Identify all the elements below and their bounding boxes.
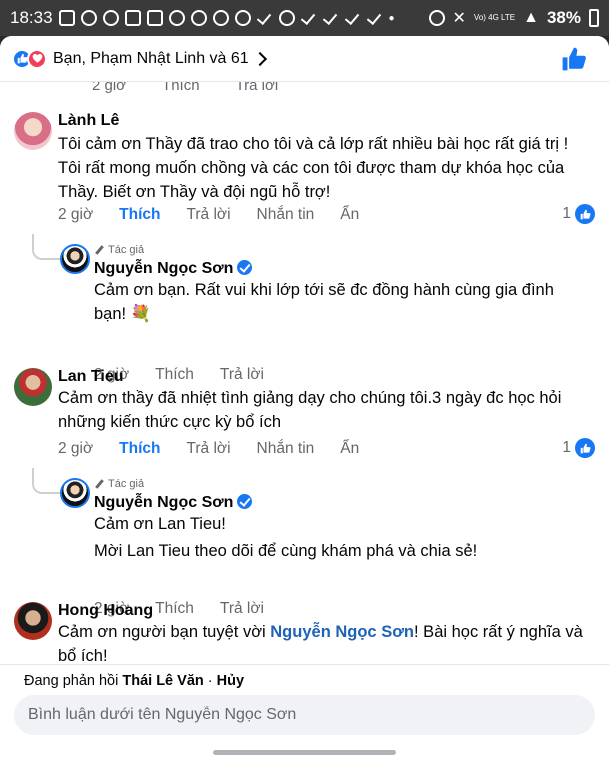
avatar[interactable] (14, 368, 52, 406)
instagram-icon (234, 10, 251, 26)
reply-link[interactable]: Trả lời (220, 600, 264, 618)
battery-level: 38% (546, 8, 581, 27)
like-count-number: 1 (562, 205, 571, 222)
tiktok-icon (124, 10, 141, 26)
author-badge-label: Tác giả (108, 478, 145, 490)
comment-text-part: Cảm ơn người bạn tuyệt vời (58, 623, 271, 641)
play-icon (168, 10, 185, 26)
author-name[interactable]: Nguyễn Ngọc Sơn (94, 260, 233, 277)
verified-badge-icon (237, 494, 253, 509)
comment-text-line: Mời Lan Tieu theo dõi để cùng khám phá v… (94, 542, 478, 560)
reply-link[interactable]: Trả lời (220, 366, 264, 384)
author-badge-label: Tác giả (108, 244, 145, 256)
status-bar: 18:33 ● ✕ Vo) 4G LTE ▲ 38% (0, 0, 609, 36)
comment-text: Tôi cảm ơn Thầy đã trao cho tôi và cả lớ… (58, 135, 569, 201)
comment-text: Cảm ơn người bạn tuyệt vời Nguyễn Ngọc S… (58, 620, 588, 668)
like-reaction-icon (575, 438, 595, 458)
zalo-icon (190, 10, 207, 26)
message-link[interactable]: Nhắn tin (257, 206, 315, 224)
comment-time: 2 giờ (58, 440, 94, 457)
author-badge: Tác giả (94, 244, 144, 256)
cloud-icon (102, 10, 119, 26)
comment-composer: Đang phản hồi Thái Lê Văn · Hủy (0, 664, 609, 761)
verified-badge-icon (237, 260, 253, 275)
like-link[interactable]: Thích (119, 440, 160, 458)
like-count[interactable]: 1 (562, 438, 595, 458)
comment-author[interactable]: Nguyễn Ngọc Sơn (94, 494, 253, 512)
comment-actions: 2 giờ Thích Trả lời Nhắn tin Ẩn (58, 206, 385, 224)
comment-text: Cảm ơn thầy đã nhiệt tình giảng dạy cho … (58, 389, 562, 431)
zalo-icon (212, 10, 229, 26)
alarm-icon (428, 10, 445, 26)
reactors-summary[interactable]: Bạn, Phạm Nhật Linh và 61 (53, 50, 249, 68)
avatar[interactable] (14, 112, 52, 150)
replying-to: Đang phản hồi Thái Lê Văn · Hủy (24, 673, 245, 689)
comments-sheet: Bạn, Phạm Nhật Linh và 61 2 giờ Thích Tr… (0, 36, 609, 761)
clock: 18:33 (10, 8, 53, 27)
comment-author[interactable]: Lành Lê (58, 112, 119, 130)
replying-name: Thái Lê Văn (122, 673, 204, 689)
like-link[interactable]: Thích (155, 366, 194, 384)
checkmark-icon (257, 10, 273, 26)
instagram-icon (278, 10, 295, 26)
battery-icon (589, 9, 599, 27)
tiktok-icon (146, 10, 163, 26)
avatar[interactable] (14, 602, 52, 640)
reactions-header[interactable]: Bạn, Phạm Nhật Linh và 61 (0, 36, 609, 82)
like-count-number: 1 (562, 439, 571, 456)
notification-icons: ● (58, 10, 395, 26)
like-reaction-icon (575, 204, 595, 224)
reaction-icons (12, 48, 47, 69)
chevron-right-icon[interactable] (252, 51, 267, 66)
system-icons: ✕ Vo) 4G LTE ▲ 38% (428, 8, 599, 28)
love-reaction-icon (27, 48, 47, 69)
cancel-reply-button[interactable]: Hủy (217, 673, 244, 689)
mute-icon: ✕ (452, 10, 466, 27)
comment-text: Cảm ơn bạn. Rất vui khi lớp tới sẽ đc đồ… (94, 281, 554, 323)
mention-link[interactable]: Nguyễn Ngọc Sơn (270, 623, 414, 641)
pen-icon (94, 479, 104, 489)
reply-link[interactable]: Trả lời (187, 206, 231, 224)
checkmark-icon (301, 10, 317, 26)
author-badge: Tác giả (94, 478, 144, 490)
avatar[interactable] (60, 478, 90, 508)
signal-icon: ▲ (523, 9, 539, 26)
like-count[interactable]: 1 (562, 204, 595, 224)
like-link[interactable]: Thích (119, 206, 160, 224)
checkmark-icon (323, 10, 339, 26)
thread-connector (32, 468, 60, 494)
comment-time: 2 giờ (58, 206, 94, 223)
gallery-icon (58, 10, 75, 26)
author-name[interactable]: Nguyễn Ngọc Sơn (94, 494, 233, 511)
comment-input[interactable] (14, 695, 595, 735)
messenger-icon (80, 10, 97, 26)
comment-author[interactable]: Lan Tieu (58, 368, 124, 386)
checkmark-icon (345, 10, 361, 26)
like-button-icon[interactable] (561, 46, 587, 72)
hide-link[interactable]: Ẩn (340, 206, 359, 224)
comment-author[interactable]: Hong Hoang (58, 602, 153, 620)
replying-prefix: Đang phản hồi (24, 673, 119, 689)
avatar[interactable] (60, 244, 90, 274)
gesture-bar[interactable] (213, 750, 396, 755)
hide-link[interactable]: Ẩn (340, 440, 359, 458)
comment-actions: 2 giờ Thích Trả lời Nhắn tin Ẩn (58, 440, 385, 458)
network-label: Vo) 4G LTE (473, 13, 516, 22)
like-link[interactable]: Thích (155, 600, 194, 618)
comment-text-line: Cảm ơn Lan Tieu! (94, 515, 226, 533)
pen-icon (94, 245, 104, 255)
reply-link[interactable]: Trả lời (187, 440, 231, 458)
message-link[interactable]: Nhắn tin (257, 440, 315, 458)
thread-connector (32, 234, 60, 260)
checkmark-icon (367, 10, 383, 26)
comment-author[interactable]: Nguyễn Ngọc Sơn (94, 260, 253, 278)
